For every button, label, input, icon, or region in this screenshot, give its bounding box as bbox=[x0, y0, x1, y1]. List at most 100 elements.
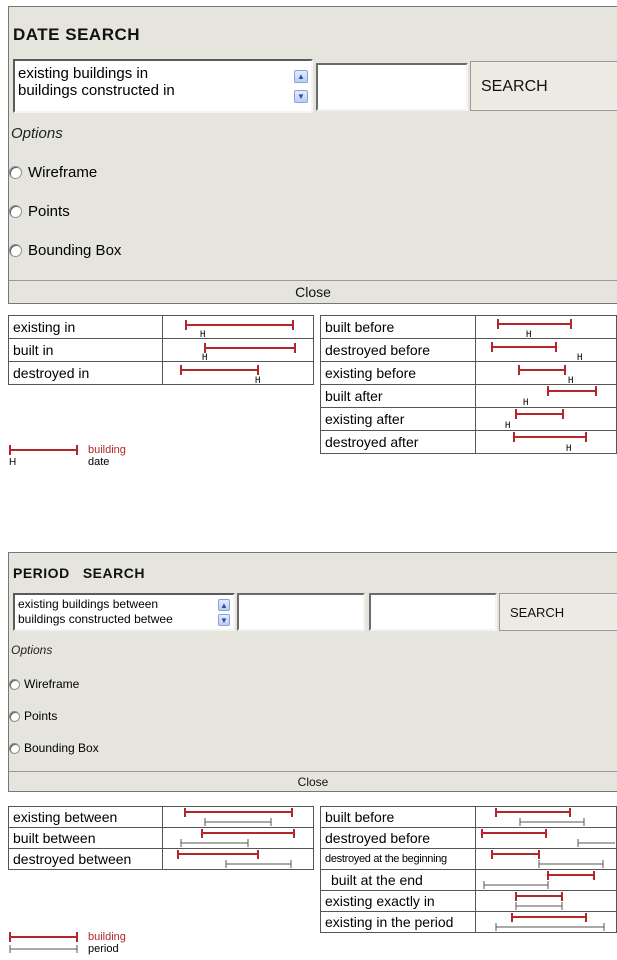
legend-graphic bbox=[162, 848, 314, 870]
legend-label: destroyed after bbox=[320, 430, 476, 454]
option-points[interactable]: Points bbox=[9, 709, 57, 723]
legend-graphic bbox=[475, 827, 617, 849]
period-close-button[interactable]: Close bbox=[9, 771, 617, 792]
legend-label: built after bbox=[320, 384, 476, 408]
period-key-icon bbox=[9, 945, 78, 953]
period-query-type-list[interactable]: existing buildings between buildings con… bbox=[13, 593, 235, 631]
period-search-dialog: PERIOD SEARCH existing buildings between… bbox=[8, 552, 617, 792]
option-points[interactable]: Points bbox=[9, 203, 70, 220]
date-query-type-list[interactable]: existing buildings in buildings construc… bbox=[13, 59, 313, 113]
date-legend-table-left: existing in H built in H destroyed in H bbox=[8, 315, 314, 385]
legend-graphic bbox=[475, 911, 617, 933]
radio-icon[interactable] bbox=[9, 710, 20, 722]
table-row: destroyed after H bbox=[320, 430, 617, 454]
svg-text:H: H bbox=[200, 330, 205, 338]
svg-text:H: H bbox=[566, 444, 571, 453]
legend-graphic: H bbox=[475, 384, 617, 408]
option-label: Bounding Box bbox=[28, 242, 122, 259]
table-row: built before H bbox=[320, 315, 617, 339]
radio-icon[interactable] bbox=[9, 244, 22, 257]
radio-icon[interactable] bbox=[9, 166, 22, 179]
legend-label: destroyed before bbox=[320, 338, 476, 362]
option-wireframe[interactable]: Wireframe bbox=[9, 164, 97, 181]
svg-text:H: H bbox=[523, 398, 528, 407]
legend-graphic bbox=[162, 827, 314, 849]
scroll-up-button[interactable]: ▲ bbox=[218, 599, 230, 611]
list-item[interactable]: existing buildings in bbox=[15, 65, 311, 82]
legend-label: existing in bbox=[8, 315, 163, 339]
option-label: Points bbox=[24, 709, 58, 723]
legend-graphic: H bbox=[162, 338, 314, 362]
date-legend-table-right: built before H destroyed before H existi… bbox=[320, 315, 617, 454]
svg-text:H: H bbox=[505, 421, 510, 430]
option-label: Points bbox=[28, 203, 70, 220]
period-search-button[interactable]: SEARCH bbox=[499, 593, 617, 631]
legend-graphic: H bbox=[162, 315, 314, 339]
legend-label: built between bbox=[8, 827, 163, 849]
building-key-label: building bbox=[88, 931, 126, 943]
legend-label: existing exactly in bbox=[320, 890, 476, 912]
period-legend-table-right: built before destroyed before destroyed … bbox=[320, 806, 617, 933]
table-row: existing in H bbox=[8, 315, 314, 339]
table-row: destroyed in H bbox=[8, 361, 314, 385]
date-search-button[interactable]: SEARCH bbox=[470, 61, 617, 111]
table-row: destroyed before bbox=[320, 827, 617, 849]
scroll-down-button[interactable]: ▼ bbox=[294, 90, 308, 103]
legend-label: destroyed in bbox=[8, 361, 163, 385]
legend-label: destroyed between bbox=[8, 848, 163, 870]
period-search-title: PERIOD SEARCH bbox=[13, 565, 145, 581]
legend-label: built in bbox=[8, 338, 163, 362]
radio-icon[interactable] bbox=[9, 678, 20, 690]
table-row: destroyed at the beginning bbox=[320, 848, 617, 870]
svg-text:H: H bbox=[577, 353, 582, 361]
building-key-icon bbox=[9, 932, 78, 942]
legend-graphic bbox=[162, 806, 314, 828]
option-label: Wireframe bbox=[28, 164, 98, 181]
date-key-label: date bbox=[88, 456, 110, 468]
table-row: destroyed between bbox=[8, 848, 314, 870]
svg-text:H: H bbox=[255, 376, 260, 384]
table-row: existing after H bbox=[320, 407, 617, 431]
list-item[interactable]: buildings constructed in bbox=[15, 82, 311, 99]
legend-graphic bbox=[475, 806, 617, 828]
table-row: built before bbox=[320, 806, 617, 828]
option-bounding-box[interactable]: Bounding Box bbox=[9, 741, 99, 755]
svg-text:H: H bbox=[568, 376, 573, 384]
table-row: existing exactly in bbox=[320, 890, 617, 912]
date-search-dialog: DATE SEARCH existing buildings in buildi… bbox=[8, 6, 617, 304]
legend-graphic: H bbox=[475, 338, 617, 362]
table-row: existing in the period bbox=[320, 911, 617, 933]
table-row: built between bbox=[8, 827, 314, 849]
legend-graphic: H bbox=[162, 361, 314, 385]
legend-label: existing before bbox=[320, 361, 476, 385]
period-options-label: Options bbox=[11, 643, 53, 657]
list-item[interactable]: existing buildings between bbox=[15, 597, 233, 612]
legend-label: existing in the period bbox=[320, 911, 476, 933]
table-row: destroyed before H bbox=[320, 338, 617, 362]
option-bounding-box[interactable]: Bounding Box bbox=[9, 242, 121, 259]
radio-icon[interactable] bbox=[9, 742, 20, 754]
table-row: built after H bbox=[320, 384, 617, 408]
legend-label: built before bbox=[320, 806, 476, 828]
building-key-icon bbox=[9, 445, 78, 455]
option-wireframe[interactable]: Wireframe bbox=[9, 677, 79, 691]
list-item[interactable]: buildings constructed betwee bbox=[15, 612, 233, 627]
radio-icon[interactable] bbox=[9, 205, 22, 218]
legend-graphic bbox=[475, 848, 617, 870]
svg-text:H: H bbox=[526, 330, 531, 338]
period-end-input[interactable] bbox=[369, 593, 497, 631]
date-close-button[interactable]: Close bbox=[9, 280, 617, 304]
period-key-label: period bbox=[88, 943, 119, 955]
legend-label: destroyed before bbox=[320, 827, 476, 849]
legend-label: destroyed at the beginning bbox=[320, 848, 476, 870]
legend-label: built at the end bbox=[320, 869, 476, 891]
legend-graphic: H bbox=[475, 407, 617, 431]
period-start-input[interactable] bbox=[237, 593, 365, 631]
scroll-up-button[interactable]: ▲ bbox=[294, 70, 308, 83]
date-input[interactable] bbox=[316, 63, 468, 111]
date-options-label: Options bbox=[11, 125, 63, 142]
building-key-label: building bbox=[88, 444, 126, 456]
table-row: existing between bbox=[8, 806, 314, 828]
scroll-down-button[interactable]: ▼ bbox=[218, 614, 230, 626]
table-row: existing before H bbox=[320, 361, 617, 385]
